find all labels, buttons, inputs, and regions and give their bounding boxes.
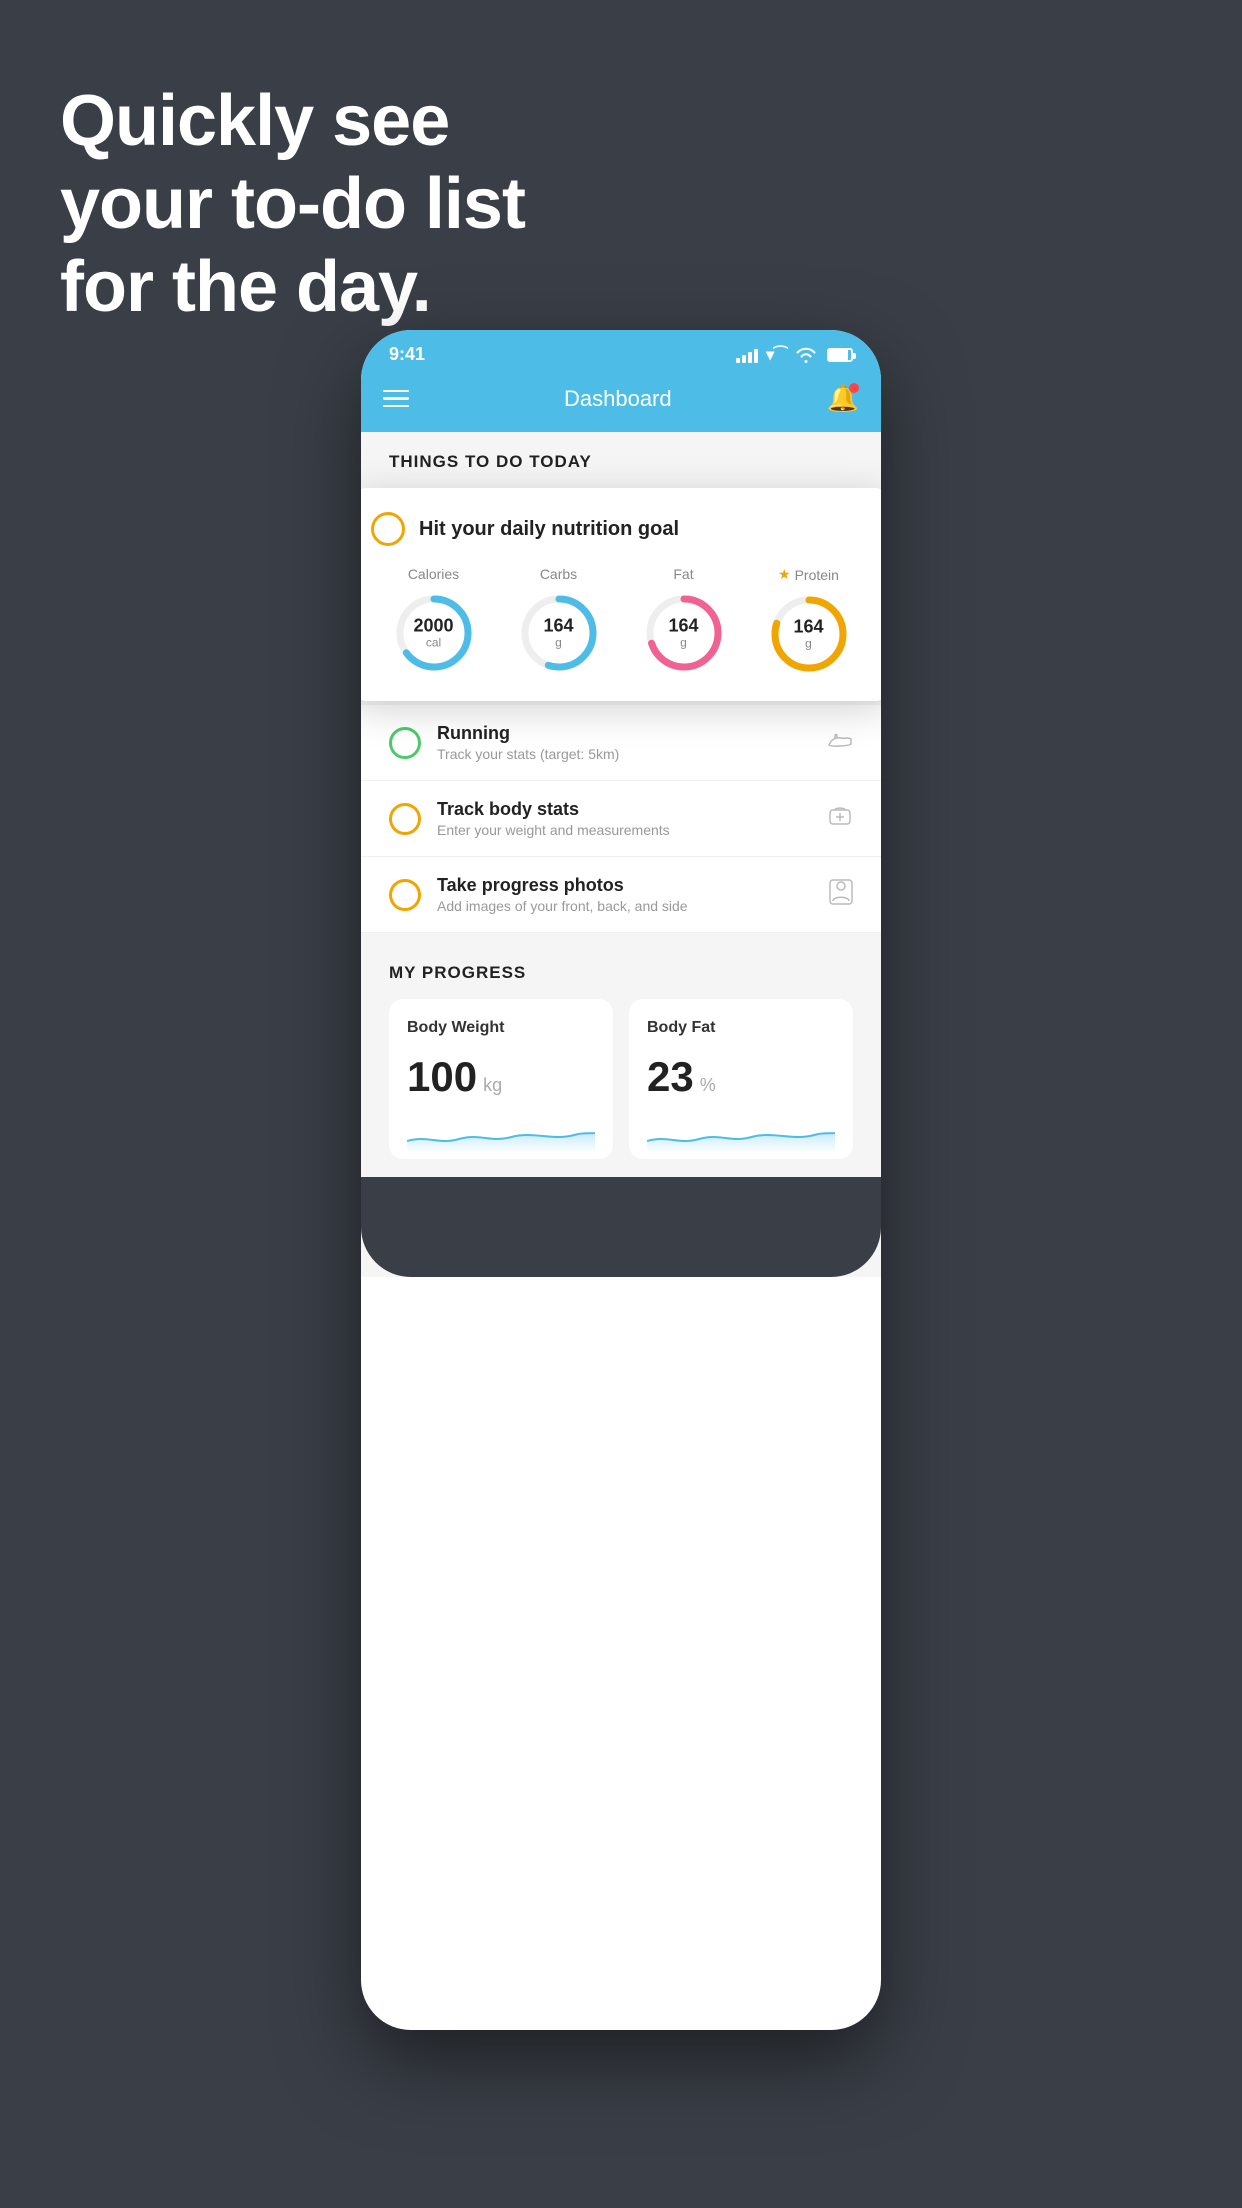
todo-action-icon — [827, 804, 853, 834]
notification-button[interactable]: 🔔 — [827, 383, 859, 414]
person-icon — [829, 879, 853, 905]
todo-title: Track body stats — [437, 799, 811, 820]
content-area: THINGS TO DO TODAY Hit your daily nutrit… — [361, 432, 881, 1277]
nutrition-item-calories: Calories 2000 cal — [391, 566, 477, 676]
scale-icon — [827, 804, 853, 828]
nutrition-item-fat: Fat 164 g — [641, 566, 727, 676]
donut-unit: g — [543, 636, 573, 649]
nutrition-item-carbs: Carbs 164 g — [516, 566, 602, 676]
section-title-progress: MY PROGRESS — [389, 963, 853, 983]
progress-card-title: Body Fat — [647, 1019, 835, 1037]
wifi-icon: ▾⁀ — [766, 345, 787, 365]
nutrition-label: Calories — [408, 566, 459, 582]
wave-chart — [407, 1113, 595, 1153]
donut-value: 164 — [543, 617, 573, 637]
wave-chart-container — [407, 1113, 595, 1153]
donut-unit: cal — [413, 636, 453, 649]
todo-circle — [389, 727, 421, 759]
progress-value: 100 kg — [407, 1053, 595, 1101]
todo-text-block: Track body stats Enter your weight and m… — [437, 799, 811, 838]
status-bar: 9:41 ▾⁀ — [361, 330, 881, 373]
hero-line2: your to-do list — [60, 163, 525, 246]
nutrition-card-title: Hit your daily nutrition goal — [419, 518, 679, 541]
task-circle-nutrition — [371, 512, 405, 546]
donut-value: 2000 — [413, 617, 453, 637]
progress-card: Body Fat 23 % — [629, 999, 853, 1159]
todo-list: Running Track your stats (target: 5km) T… — [361, 705, 881, 933]
nav-bar: Dashboard 🔔 — [361, 373, 881, 432]
nutrition-label: Fat — [673, 566, 693, 582]
notification-badge — [849, 383, 859, 393]
progress-number: 100 — [407, 1053, 477, 1101]
todo-subtitle: Track your stats (target: 5km) — [437, 746, 811, 762]
todo-subtitle: Add images of your front, back, and side — [437, 898, 813, 914]
donut-value: 164 — [793, 618, 823, 638]
donut-fat: 164 g — [641, 590, 727, 676]
menu-button[interactable] — [383, 390, 409, 408]
signal-icon — [736, 347, 758, 363]
progress-card-title: Body Weight — [407, 1019, 595, 1037]
time-label: 9:41 — [389, 344, 425, 365]
donut-protein: 164 g — [766, 591, 852, 677]
todo-subtitle: Enter your weight and measurements — [437, 822, 811, 838]
status-icons: ▾⁀ — [736, 345, 853, 365]
todo-text-block: Take progress photos Add images of your … — [437, 875, 813, 914]
nutrition-label: Carbs — [540, 566, 577, 582]
phone-frame: 9:41 ▾⁀ Dashboa — [361, 330, 881, 2030]
progress-card: Body Weight 100 kg — [389, 999, 613, 1159]
bottom-bg — [361, 1177, 881, 1277]
hero-line1: Quickly see — [60, 80, 525, 163]
progress-cards: Body Weight 100 kg Body Fat 23 % — [389, 999, 853, 1159]
shoe-icon — [827, 729, 853, 751]
progress-unit: % — [700, 1075, 716, 1096]
nutrition-grid: Calories 2000 cal Carbs 164 g Fat 164 g … — [371, 566, 871, 677]
nav-title: Dashboard — [564, 386, 672, 412]
todo-item[interactable]: Running Track your stats (target: 5km) — [361, 705, 881, 781]
todo-circle — [389, 803, 421, 835]
progress-unit: kg — [483, 1075, 502, 1096]
wave-chart-container — [647, 1113, 835, 1153]
nutrition-card: Hit your daily nutrition goal Calories 2… — [361, 488, 881, 701]
todo-action-icon — [827, 729, 853, 757]
donut-unit: g — [668, 636, 698, 649]
todo-title: Running — [437, 723, 811, 744]
donut-unit: g — [793, 637, 823, 650]
todo-text-block: Running Track your stats (target: 5km) — [437, 723, 811, 762]
todo-title: Take progress photos — [437, 875, 813, 896]
donut-calories: 2000 cal — [391, 590, 477, 676]
todo-item[interactable]: Track body stats Enter your weight and m… — [361, 781, 881, 857]
section-title-today: THINGS TO DO TODAY — [361, 452, 881, 488]
progress-section: MY PROGRESS Body Weight 100 kg Body Fat … — [361, 933, 881, 1179]
todo-action-icon — [829, 879, 853, 911]
progress-value: 23 % — [647, 1053, 835, 1101]
todo-circle — [389, 879, 421, 911]
star-icon: ★ — [778, 566, 791, 583]
donut-carbs: 164 g — [516, 590, 602, 676]
hero-text: Quickly see your to-do list for the day. — [60, 80, 525, 328]
donut-value: 164 — [668, 617, 698, 637]
hero-line3: for the day. — [60, 246, 525, 329]
progress-number: 23 — [647, 1053, 694, 1101]
wifi-icon — [795, 347, 817, 363]
battery-icon — [827, 348, 853, 362]
todo-item[interactable]: Take progress photos Add images of your … — [361, 857, 881, 933]
nutrition-item-protein: ★ Protein 164 g — [766, 566, 852, 677]
wave-chart — [647, 1113, 835, 1153]
